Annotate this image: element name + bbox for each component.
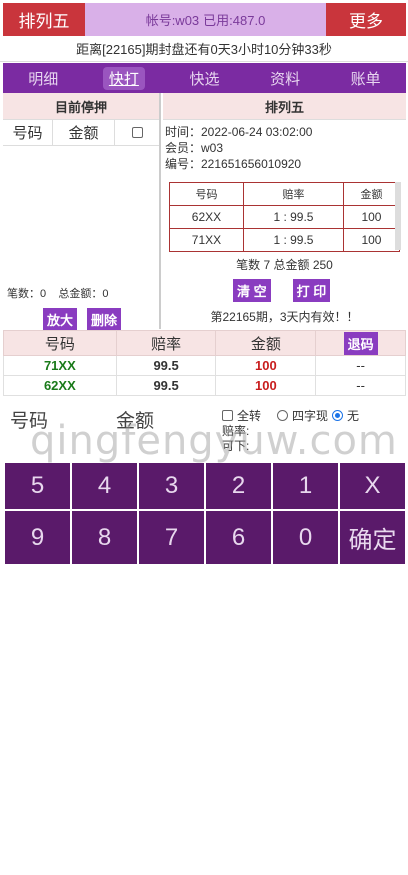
confirm-button[interactable]: 确定 [340, 511, 405, 564]
col-number: 号码 [3, 120, 53, 145]
number-keypad: 5 4 3 2 1 X 9 8 7 6 0 确定 [5, 463, 405, 564]
tab-profile[interactable]: 资料 [245, 63, 326, 93]
ticket-scrollbar[interactable] [395, 182, 401, 250]
ticket-summary: 笔数 7 总金额 250 [236, 258, 333, 272]
ticket-time: 时间：2022-06-24 03:02:00 [165, 125, 313, 139]
tab-details[interactable]: 明细 [3, 63, 84, 93]
stopped-bets-title: 目前停押 [3, 93, 159, 120]
bets-col-number: 号码 [3, 330, 117, 356]
ticket-panel: 排列五 时间：2022-06-24 03:02:00 会员：w03 编号：221… [163, 93, 406, 329]
key-4[interactable]: 4 [72, 463, 137, 509]
countdown-text: 距离[22165]期封盘还有0天3小时10分钟33秒 [0, 36, 408, 62]
key-5[interactable]: 5 [5, 463, 70, 509]
delete-button[interactable]: 删除 [87, 308, 122, 331]
ticket-serial: 编号：221651656010920 [165, 157, 302, 171]
used-amount: 已用:487.0 [203, 13, 266, 28]
ticket-title: 排列五 [163, 93, 406, 120]
main-tabs: 明细 快打 快选 资料 账单 [3, 63, 406, 93]
ticket-note: 第22165期，3天内有效！！ [210, 310, 359, 324]
bets-col-odds: 赔率 [115, 330, 217, 356]
key-3[interactable]: 3 [139, 463, 204, 509]
select-all-checkbox[interactable] [131, 127, 143, 138]
total-label: 总金额：0 [58, 288, 109, 300]
key-1[interactable]: 1 [273, 463, 338, 509]
key-2[interactable]: 2 [206, 463, 271, 509]
ticket-col-amount: 金额 [342, 182, 401, 206]
print-button[interactable]: 打 印 [292, 279, 331, 302]
col-amount: 金额 [53, 120, 115, 145]
stopped-bets-panel: 目前停押 号码 金额 笔数：0 总金额：0 放大 删除 [3, 93, 161, 331]
tab-bills[interactable]: 账单 [325, 63, 406, 93]
stopped-bets-header: 号码 金额 [3, 120, 159, 146]
table-row: 71XX 99.5 100 -- [3, 355, 406, 376]
bets-col-amount: 金额 [215, 330, 317, 356]
key-8[interactable]: 8 [72, 511, 137, 564]
zoom-button[interactable]: 放大 [43, 308, 78, 331]
game-title[interactable]: 排列五 [3, 3, 85, 36]
key-9[interactable]: 9 [5, 511, 70, 564]
tab-quick-bet[interactable]: 快打 [84, 63, 165, 93]
key-x[interactable]: X [340, 463, 405, 509]
table-row: 71XX 1 : 99.5 100 [169, 228, 401, 252]
refund-button[interactable]: 退码 [343, 331, 378, 355]
bets-table: 号码 赔率 金额 退码 71XX 99.5 100 -- 62XX 99.5 1… [3, 330, 406, 396]
tab-quick-select[interactable]: 快选 [164, 63, 245, 93]
table-row: 62XX 1 : 99.5 100 [169, 205, 401, 229]
clear-button[interactable]: 清 空 [233, 279, 271, 302]
watermark: qingfengyuw.com [30, 418, 398, 464]
key-6[interactable]: 6 [206, 511, 271, 564]
count-label: 笔数：0 [7, 288, 47, 300]
ticket-member: 会员：w03 [165, 141, 224, 155]
account-info: 帐号:w03 已用:487.0 [85, 3, 326, 36]
top-bar: 排列五 帐号:w03 已用:487.0 更多 [3, 3, 406, 36]
account-label: 帐号:w03 [145, 13, 200, 28]
stopped-bets-stats: 笔数：0 总金额：0 [7, 285, 108, 301]
key-7[interactable]: 7 [139, 511, 204, 564]
key-0[interactable]: 0 [273, 511, 338, 564]
ticket-col-odds: 赔率 [242, 182, 344, 206]
more-button[interactable]: 更多 [326, 3, 406, 36]
table-row: 62XX 99.5 100 -- [3, 375, 406, 396]
ticket-table: 号码 赔率 金额 62XX 1 : 99.5 100 71XX 1 : 99.5 100 [169, 182, 401, 252]
ticket-col-number: 号码 [169, 182, 244, 206]
